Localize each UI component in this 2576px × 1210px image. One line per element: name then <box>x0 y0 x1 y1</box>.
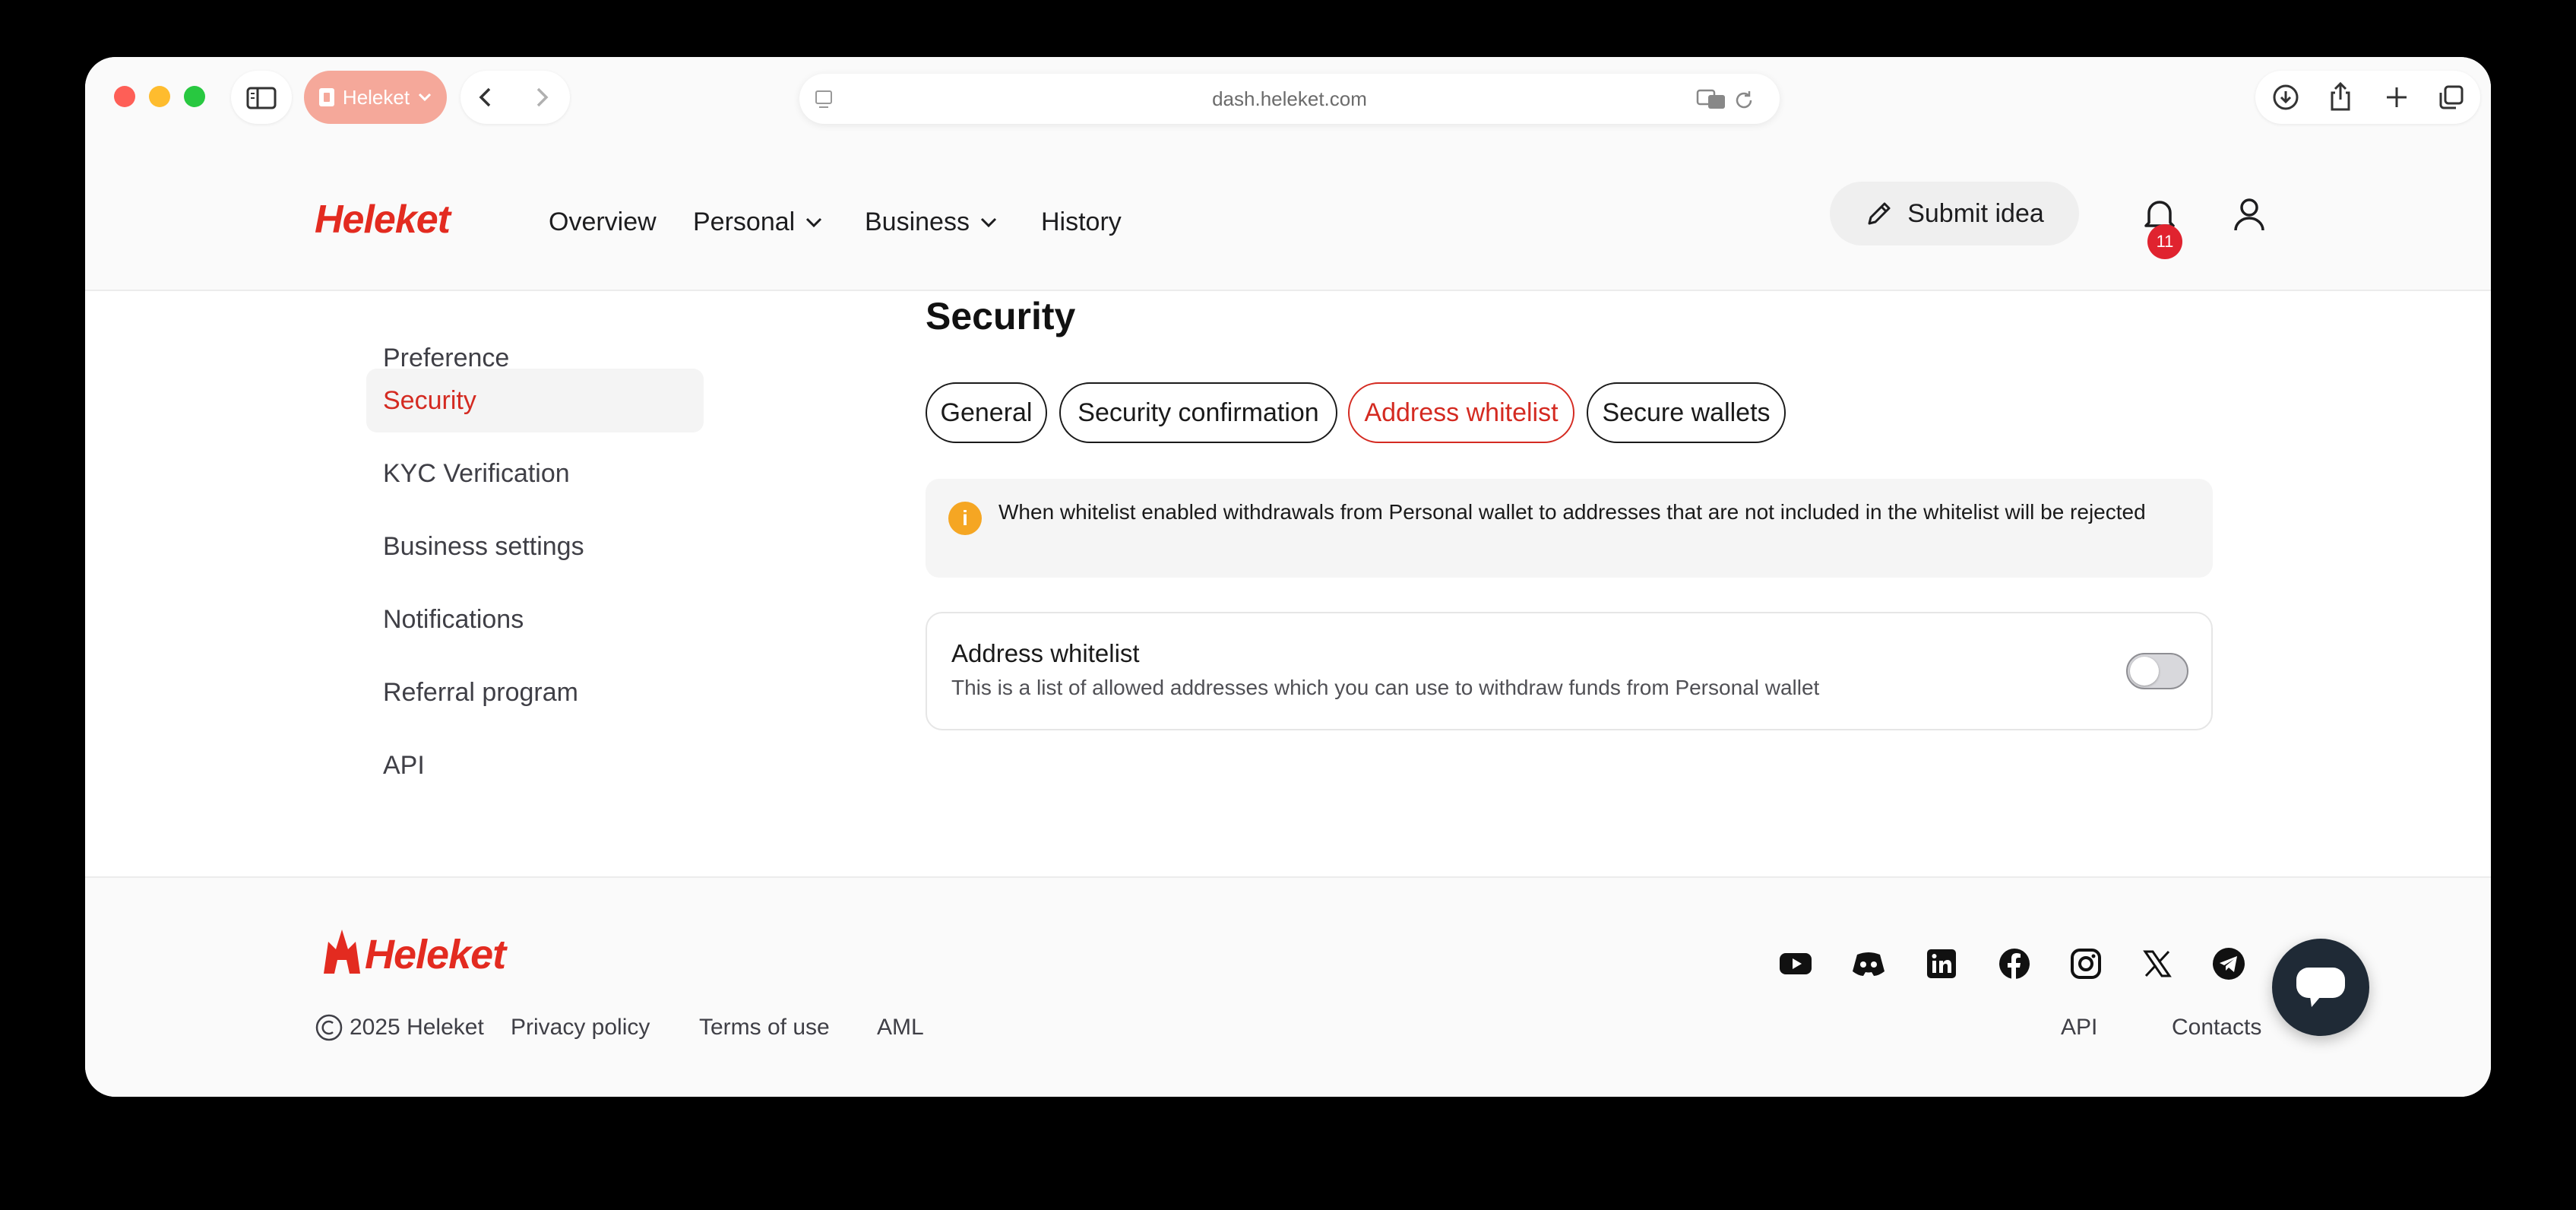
heleket-mark-icon <box>324 930 360 974</box>
notification-count-badge: 11 <box>2147 224 2182 259</box>
submit-idea-label: Submit idea <box>1907 198 2044 228</box>
sidebar-item-label: Business settings <box>383 531 584 561</box>
pencil-icon <box>1868 202 1891 225</box>
copyright-text: 2025 Heleket <box>350 1015 484 1040</box>
facebook-icon[interactable] <box>1995 945 2033 983</box>
sidebar-item-label: Notifications <box>383 604 524 634</box>
copyright-icon <box>315 1014 343 1041</box>
reload-icon[interactable] <box>1733 89 1755 112</box>
contacts-link[interactable]: Contacts <box>2172 1015 2261 1041</box>
tab-label: Address whitelist <box>1364 398 1559 427</box>
nav-personal[interactable]: Personal <box>693 207 824 237</box>
address-bar[interactable]: dash.heleket.com <box>799 74 1780 124</box>
privacy-policy-link[interactable]: Privacy policy <box>511 1015 650 1041</box>
page-title: Security <box>926 295 1076 337</box>
sidebar-item-kyc-verification[interactable]: KYC Verification <box>366 442 704 505</box>
tab-address-whitelist[interactable]: Address whitelist <box>1348 382 1574 443</box>
sidebar-item-referral-program[interactable]: Referral program <box>366 660 704 724</box>
tab-overview-icon[interactable] <box>2438 84 2465 111</box>
browser-actions-group <box>2255 71 2480 124</box>
new-tab-icon[interactable] <box>2383 84 2410 111</box>
history-nav-group <box>460 71 570 124</box>
support-chat-button[interactable] <box>2272 939 2369 1036</box>
chevron-down-icon <box>806 217 822 227</box>
footer-api-link[interactable]: API <box>2061 1015 2097 1041</box>
youtube-icon[interactable] <box>1777 945 1815 983</box>
chevron-down-icon <box>980 217 997 227</box>
tab-label: Security confirmation <box>1078 398 1319 427</box>
site-footer: Heleket 2025 Heleket Privacy policy Term… <box>85 876 2491 1097</box>
footer-logo[interactable]: Heleket <box>365 931 506 978</box>
sidebar-item-business-settings[interactable]: Business settings <box>366 515 704 578</box>
url-text: dash.heleket.com <box>1212 87 1367 110</box>
linkedin-icon[interactable] <box>1923 945 1960 983</box>
site-header: Heleket Overview Personal Business Histo… <box>85 138 2491 291</box>
nav-history[interactable]: History <box>1041 207 1122 237</box>
browser-window: Heleket dash.heleket.com Heleket Overvie… <box>85 57 2491 1097</box>
chevron-down-icon <box>419 93 432 102</box>
aml-link[interactable]: AML <box>877 1015 924 1041</box>
whitelist-notice: i When whitelist enabled withdrawals fro… <box>926 479 2213 578</box>
tab-label: General <box>940 398 1033 427</box>
sidebar-item-label: KYC Verification <box>383 458 570 488</box>
nav-overview[interactable]: Overview <box>549 207 657 237</box>
info-icon: i <box>948 502 982 535</box>
tab-security-confirmation[interactable]: Security confirmation <box>1059 382 1337 443</box>
downloads-icon[interactable] <box>2272 84 2299 111</box>
tab-favicon-icon <box>318 88 334 106</box>
close-window-button[interactable] <box>114 86 135 107</box>
instagram-icon[interactable] <box>2067 945 2105 983</box>
nav-business-label: Business <box>865 207 970 236</box>
header-logo[interactable]: Heleket <box>315 197 451 242</box>
sidebar-item-notifications[interactable]: Notifications <box>366 588 704 651</box>
terms-of-use-link[interactable]: Terms of use <box>699 1015 830 1041</box>
share-icon[interactable] <box>2327 81 2354 112</box>
whitelist-title: Address whitelist <box>951 639 1140 667</box>
submit-idea-button[interactable]: Submit idea <box>1830 182 2079 245</box>
address-whitelist-card: Address whitelist This is a list of allo… <box>926 612 2213 730</box>
sidebar-item-api[interactable]: API <box>366 733 704 797</box>
telegram-icon[interactable] <box>2210 945 2248 983</box>
notice-text: When whitelist enabled withdrawals from … <box>998 500 2146 524</box>
whitelist-description: This is a list of allowed addresses whic… <box>951 676 1820 699</box>
x-icon[interactable] <box>2138 945 2176 983</box>
sidebar-item-label: Security <box>383 385 476 415</box>
translate-icon[interactable] <box>1696 87 1726 110</box>
sidebar-item-label: API <box>383 750 425 780</box>
sidebar-item-label: Referral program <box>383 677 578 707</box>
minimize-window-button[interactable] <box>149 86 170 107</box>
tab-label: Secure wallets <box>1602 398 1771 427</box>
sidebar-icon <box>246 87 277 109</box>
nav-business[interactable]: Business <box>865 207 998 237</box>
nav-history-label: History <box>1041 207 1122 236</box>
chat-bubble-icon <box>2296 968 2345 1007</box>
nav-overview-label: Overview <box>549 207 657 236</box>
user-icon[interactable] <box>2226 192 2272 238</box>
browser-toolbar: Heleket dash.heleket.com <box>85 57 2491 138</box>
zoom-window-button[interactable] <box>184 86 205 107</box>
toggle-knob <box>2130 657 2159 686</box>
forward-icon[interactable] <box>527 84 555 111</box>
tab-secure-wallets[interactable]: Secure wallets <box>1587 382 1786 443</box>
discord-icon[interactable] <box>1850 945 1888 983</box>
tab-general[interactable]: General <box>926 382 1047 443</box>
sidebar-toggle-button[interactable] <box>231 71 292 124</box>
nav-personal-label: Personal <box>693 207 796 236</box>
tab-group-label: Heleket <box>342 85 410 109</box>
sidebar-item-security[interactable]: Security <box>366 369 704 432</box>
whitelist-toggle[interactable] <box>2126 653 2188 689</box>
tab-group-button[interactable]: Heleket <box>304 71 447 124</box>
back-icon[interactable] <box>473 84 500 111</box>
